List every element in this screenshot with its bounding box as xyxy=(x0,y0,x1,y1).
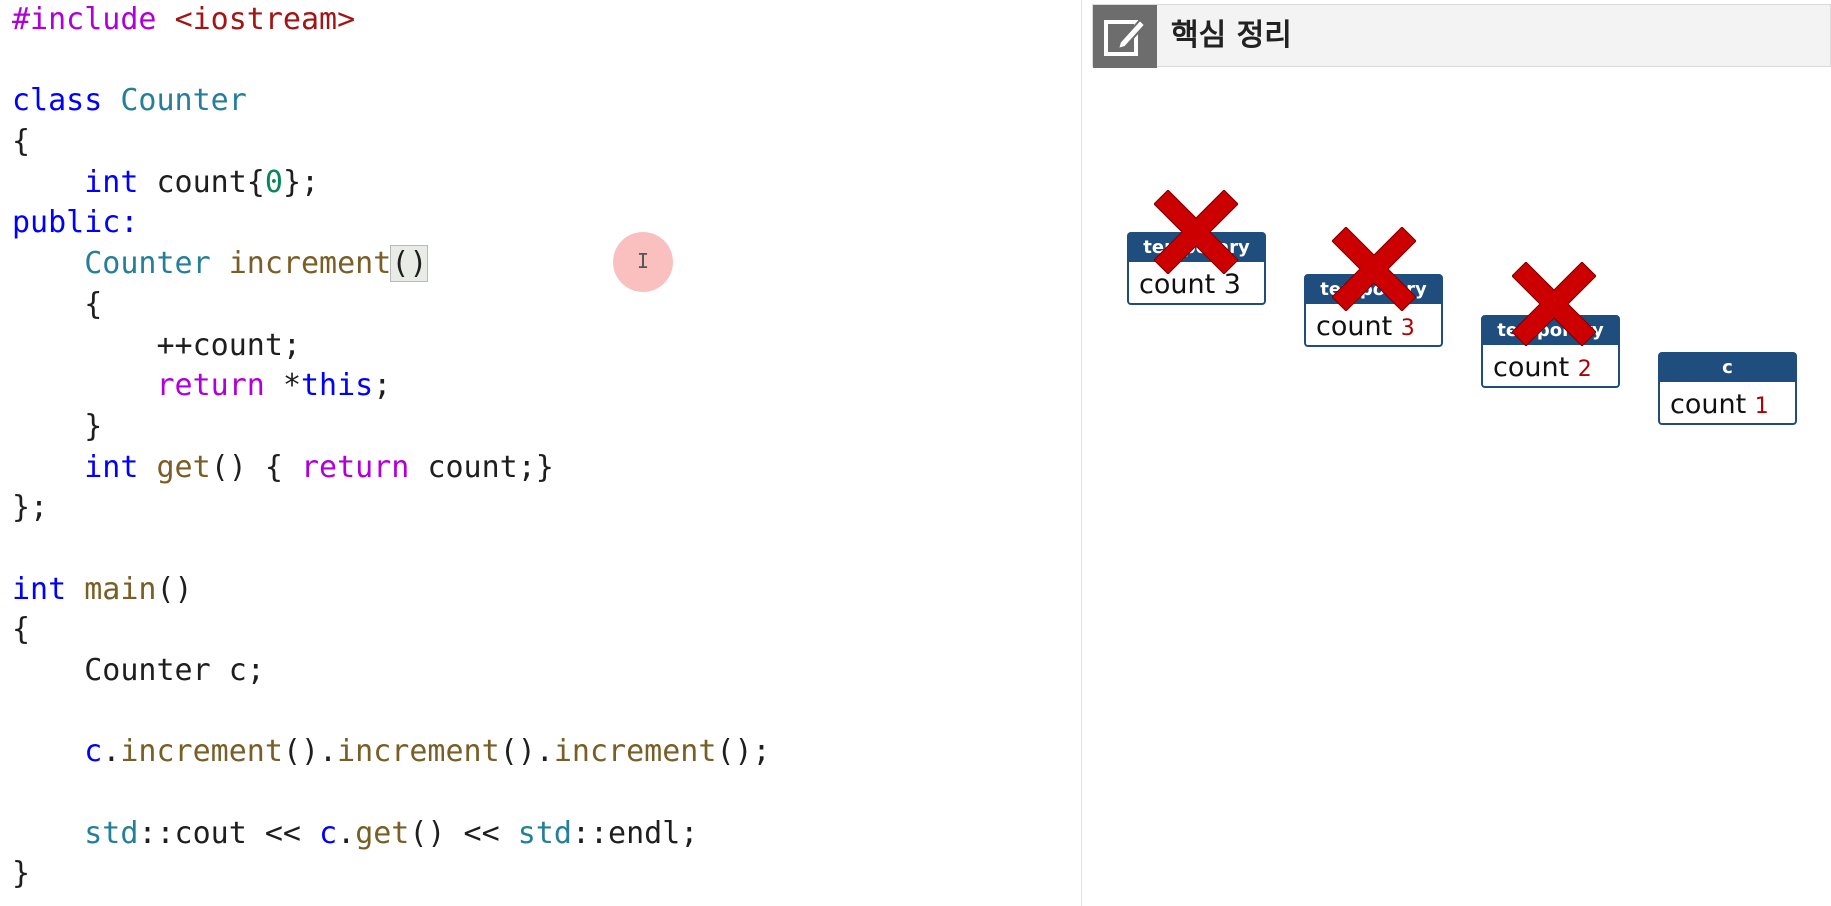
code-token: return xyxy=(301,449,428,485)
code-token: { xyxy=(12,286,103,322)
object-member: count 2 xyxy=(1493,351,1592,387)
member-value: 2 xyxy=(1577,357,1592,382)
code-token: () xyxy=(156,571,193,607)
code-token: class xyxy=(12,83,121,119)
code-line[interactable]: } xyxy=(12,407,771,448)
code-editor[interactable]: #include <iostream> class Counter{ int c… xyxy=(0,0,1082,906)
edit-note-icon xyxy=(1093,5,1157,68)
code-token: . xyxy=(337,815,356,851)
code-line[interactable]: return *this; xyxy=(12,366,771,407)
code-line[interactable]: int get() { return count;} xyxy=(12,448,771,489)
code-line[interactable]: }; xyxy=(12,488,771,529)
member-value: 1 xyxy=(1754,394,1769,419)
code-line[interactable] xyxy=(12,529,771,570)
object-c: c count 1 xyxy=(1658,352,1797,425)
code-token: } xyxy=(12,408,103,444)
code-token: return xyxy=(156,368,283,404)
code-line[interactable] xyxy=(12,692,771,733)
code-line[interactable]: c.increment().increment().increment(); xyxy=(12,732,771,773)
code-block[interactable]: #include <iostream> class Counter{ int c… xyxy=(12,0,771,895)
code-token: Counter xyxy=(84,246,229,282)
code-token: Counter xyxy=(120,83,247,119)
code-line[interactable]: #include <iostream> xyxy=(12,0,771,41)
member-value: 3 xyxy=(1400,316,1415,341)
code-token: c xyxy=(319,815,338,851)
code-token: () { xyxy=(210,449,301,485)
code-line[interactable] xyxy=(12,41,771,82)
code-token: increment xyxy=(228,246,392,282)
code-line[interactable]: class Counter xyxy=(12,81,771,122)
code-token: }; xyxy=(282,164,320,200)
panel-title: 핵심 정리 xyxy=(1171,18,1292,53)
code-token: } xyxy=(12,856,31,892)
code-token: std xyxy=(517,815,572,851)
member-name: count xyxy=(1670,389,1747,420)
member-name: count xyxy=(1493,352,1570,383)
code-token: c xyxy=(84,734,103,770)
code-token: ::endl; xyxy=(571,815,699,851)
matched-bracket: () xyxy=(390,245,429,283)
code-token: (); xyxy=(716,734,771,770)
code-token: this xyxy=(301,368,374,404)
code-token: get xyxy=(355,815,410,851)
code-token: { xyxy=(12,124,31,160)
object-header: c xyxy=(1660,354,1795,382)
code-token: { xyxy=(12,612,31,648)
code-token: public: xyxy=(12,205,139,241)
code-line[interactable] xyxy=(12,773,771,814)
cross-mark-icon xyxy=(1332,227,1416,311)
member-name: count xyxy=(1316,311,1393,342)
summary-panel: 핵심 정리 temporary count 3 temporary count … xyxy=(1092,4,1831,906)
code-line[interactable]: { xyxy=(12,285,771,326)
code-line[interactable]: ++count; xyxy=(12,326,771,367)
text-cursor-icon: I xyxy=(636,249,650,273)
code-token: get xyxy=(156,449,211,485)
cross-mark-icon xyxy=(1512,262,1596,346)
code-token: () << xyxy=(409,815,518,851)
code-token: count;} xyxy=(427,449,554,485)
code-token: (). xyxy=(499,734,554,770)
code-token: #include xyxy=(12,2,175,37)
code-token: count{ xyxy=(156,164,265,200)
code-token: int xyxy=(12,571,85,607)
object-member: count 3 xyxy=(1316,310,1415,346)
code-line[interactable]: { xyxy=(12,610,771,651)
code-token: (). xyxy=(282,734,338,770)
code-line[interactable]: int main() xyxy=(12,570,771,611)
code-token: 0 xyxy=(264,164,283,200)
code-token: . xyxy=(102,734,121,770)
code-token: * xyxy=(282,368,301,404)
code-token: ++count; xyxy=(12,327,301,363)
code-token: increment xyxy=(553,734,717,770)
code-token: int xyxy=(84,449,157,485)
code-token: std xyxy=(84,815,139,851)
code-line[interactable]: { xyxy=(12,122,771,163)
code-token: main xyxy=(84,571,157,607)
code-token: ; xyxy=(373,368,392,404)
code-token: int xyxy=(84,164,157,200)
cross-mark-icon xyxy=(1154,190,1238,274)
code-token: increment xyxy=(120,734,283,770)
code-line[interactable]: std::cout << c.get() << std::endl; xyxy=(12,814,771,855)
object-member: count 1 xyxy=(1670,388,1769,424)
code-line[interactable]: } xyxy=(12,854,771,895)
code-line[interactable]: Counter c; xyxy=(12,651,771,692)
code-token: increment xyxy=(337,734,500,770)
code-token: Counter c; xyxy=(12,653,265,688)
code-token: }; xyxy=(12,490,49,526)
code-line[interactable]: int count{0}; xyxy=(12,163,771,204)
code-token: <iostream> xyxy=(174,2,356,37)
code-token: ::cout << xyxy=(138,815,320,851)
panel-header: 핵심 정리 xyxy=(1092,4,1831,68)
